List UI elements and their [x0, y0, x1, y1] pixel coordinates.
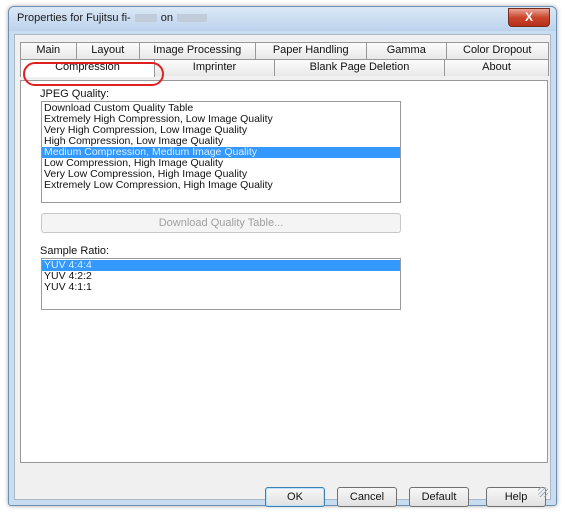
tab-layout[interactable]: Layout [75, 42, 140, 59]
close-icon: X [524, 10, 533, 24]
tab-color-dropout[interactable]: Color Dropout [445, 42, 549, 59]
help-button[interactable]: Help [486, 487, 546, 507]
tab-main[interactable]: Main [20, 42, 77, 59]
tab-blank-page-deletion[interactable]: Blank Page Deletion [274, 59, 445, 76]
properties-dialog: Properties for Fujitsu fi- on X Main Lay… [8, 6, 557, 507]
sample-ratio-listbox[interactable]: YUV 4:4:4 YUV 4:2:2 YUV 4:1:1 [41, 258, 401, 310]
close-button[interactable]: X [508, 8, 550, 27]
list-item[interactable]: YUV 4:1:1 [42, 282, 400, 293]
tab-gamma[interactable]: Gamma [366, 42, 447, 59]
title-mid: on [160, 12, 173, 24]
resize-grip[interactable] [538, 487, 548, 497]
tab-strip: Main Layout Image Processing Paper Handl… [20, 42, 549, 80]
jpeg-quality-label: JPEG Quality: [40, 88, 110, 100]
tab-paper-handling[interactable]: Paper Handling [254, 42, 367, 59]
tab-compression[interactable]: Compression [20, 59, 155, 77]
tab-image-processing[interactable]: Image Processing [139, 42, 256, 59]
cancel-button[interactable]: Cancel [337, 487, 397, 507]
list-item[interactable]: Extremely Low Compression, High Image Qu… [42, 180, 400, 191]
compression-panel: JPEG Quality: Download Custom Quality Ta… [20, 80, 548, 463]
tab-about[interactable]: About [444, 59, 549, 76]
redacted-host [176, 14, 207, 22]
dialog-client-area: Main Layout Image Processing Paper Handl… [14, 34, 551, 507]
jpeg-quality-listbox[interactable]: Download Custom Quality Table Extremely … [41, 101, 401, 203]
window-title: Properties for Fujitsu fi- on [17, 12, 207, 24]
sample-ratio-label: Sample Ratio: [40, 245, 110, 257]
title-bar[interactable]: Properties for Fujitsu fi- on X [9, 7, 556, 31]
tab-row-2: Compression Imprinter Blank Page Deletio… [20, 59, 549, 77]
title-prefix: Properties for Fujitsu fi- [17, 12, 131, 24]
ok-button[interactable]: OK [265, 487, 325, 507]
redacted-model [134, 14, 157, 22]
tab-row-1: Main Layout Image Processing Paper Handl… [20, 42, 549, 59]
list-item[interactable]: YUV 4:4:4 [42, 260, 400, 271]
default-button[interactable]: Default [409, 487, 469, 507]
list-item[interactable]: YUV 4:2:2 [42, 271, 400, 282]
tab-imprinter[interactable]: Imprinter [154, 59, 275, 76]
download-quality-table-button[interactable]: Download Quality Table... [41, 213, 401, 233]
